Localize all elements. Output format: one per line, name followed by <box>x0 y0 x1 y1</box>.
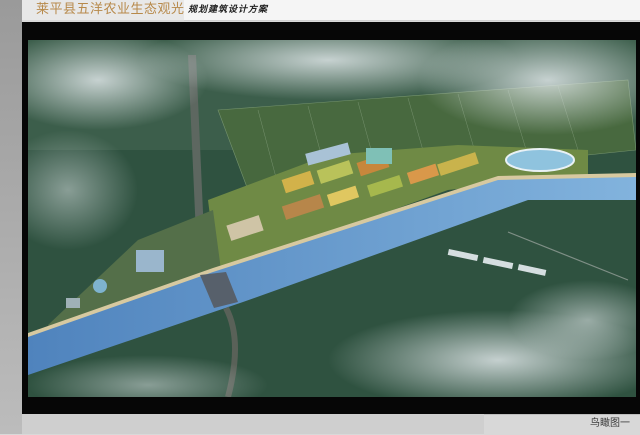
aerial-rendering-icon <box>28 40 636 397</box>
page-title: 莱平县五洋农业生态观光园 <box>36 2 199 17</box>
left-margin-strip <box>0 0 22 434</box>
page-subtitle: 规划建筑设计方案 <box>188 5 269 15</box>
aerial-rendering <box>28 40 636 397</box>
figure-caption: 鸟瞰图一 <box>590 418 630 429</box>
